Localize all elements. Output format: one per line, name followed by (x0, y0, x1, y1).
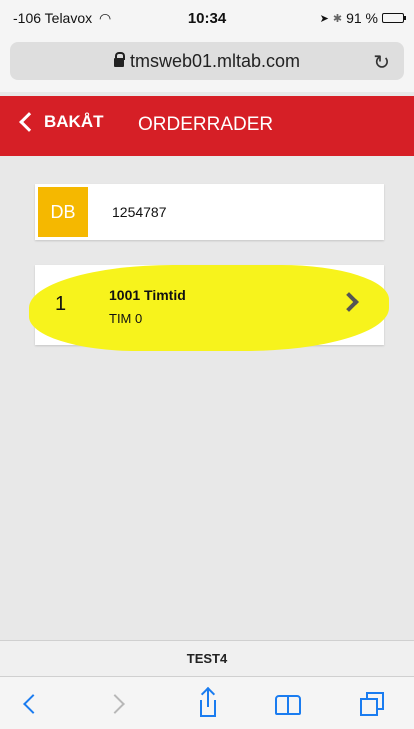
tabs-icon[interactable] (358, 691, 388, 717)
back-button[interactable]: BAKÅT (18, 112, 104, 132)
page-title: ORDERRADER (138, 114, 274, 135)
back-icon[interactable] (18, 691, 48, 717)
app-header: BAKÅT ORDERRADER (0, 96, 414, 156)
row-title: 1001 Timtid (109, 287, 186, 303)
back-label: BAKÅT (44, 112, 104, 131)
url-display: tmsweb01.mltab.com (10, 51, 404, 72)
order-badge: DB (38, 187, 88, 237)
order-card: DB 1254787 (35, 184, 384, 240)
reload-icon[interactable]: ↻ (373, 50, 390, 75)
footer-label: TEST4 (186, 651, 228, 666)
footer-bar: TEST4 (0, 640, 414, 676)
share-icon[interactable] (194, 686, 224, 717)
highlight-mark (29, 265, 389, 351)
lock-icon (113, 52, 125, 67)
forward-icon[interactable] (105, 691, 136, 717)
browser-toolbar (0, 676, 414, 729)
status-right: ➤ ✱ 91 % (319, 10, 406, 26)
location-icon: ➤ (319, 12, 329, 25)
url-text: tmsweb01.mltab.com (129, 51, 301, 71)
battery-icon (382, 13, 406, 23)
bluetooth-icon: ✱ (332, 12, 343, 25)
order-row[interactable]: 1 1001 Timtid TIM 0 (29, 265, 389, 351)
browser-address-area: tmsweb01.mltab.com ↻ (0, 36, 414, 92)
battery-percent: 91 % (346, 10, 378, 26)
url-bar[interactable]: tmsweb01.mltab.com ↻ (10, 42, 404, 80)
row-subtitle: TIM 0 (109, 311, 143, 326)
chevron-left-icon (19, 112, 39, 132)
row-number: 1 (55, 293, 67, 315)
status-bar: -106 Telavox ◠ 10:34 ➤ ✱ 91 % (0, 0, 414, 36)
order-number: 1254787 (112, 204, 167, 220)
bookmarks-icon[interactable] (274, 691, 304, 717)
